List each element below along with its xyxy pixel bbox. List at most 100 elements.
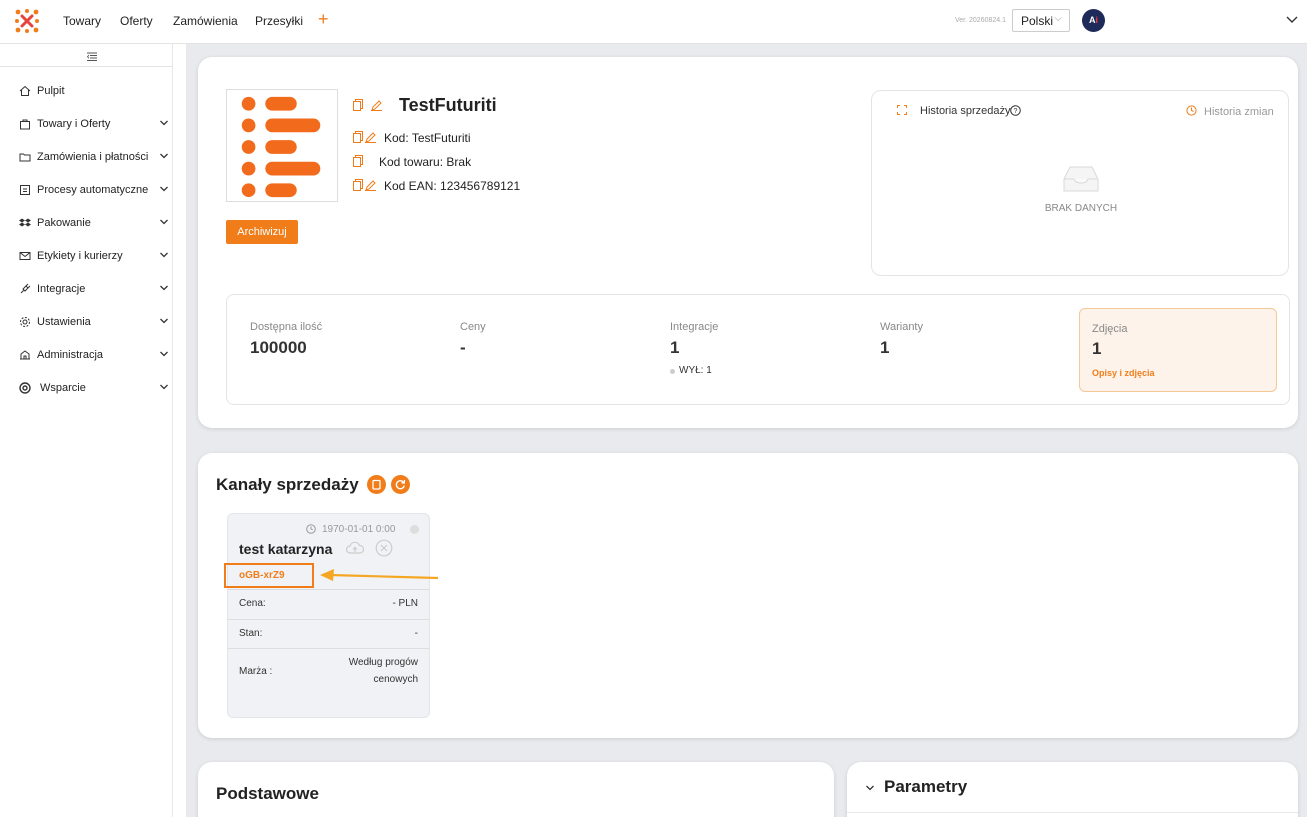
app-logo-icon[interactable] — [14, 8, 40, 34]
history-icon — [1186, 105, 1197, 116]
product-code-row: Kod: TestFuturiti — [384, 131, 471, 145]
available-label: Dostępna ilość — [250, 321, 323, 333]
sales-history-panel: Historia sprzedaży ? Historia zmian BRAK… — [871, 90, 1289, 276]
copy-icon[interactable] — [353, 99, 363, 111]
chevron-down-icon — [160, 120, 168, 126]
photos-value: 1 — [1092, 339, 1102, 358]
product-sku-value: Brak — [446, 155, 472, 169]
sidebar-item-etykiety[interactable]: Etykiety i kurierzy — [0, 247, 172, 267]
available-value: 100000 — [250, 338, 307, 357]
edit-icon[interactable] — [365, 132, 376, 143]
status-dot — [670, 369, 675, 374]
chevron-down-icon[interactable] — [1285, 13, 1299, 27]
archive-button[interactable]: Archiwizuj — [226, 220, 298, 244]
channel-card[interactable]: 1970-01-01 0:00 test katarzyna oGB-xrZ9 … — [224, 513, 430, 718]
refresh-icon — [395, 479, 406, 490]
variants-label: Warianty — [880, 321, 923, 333]
sidebar-item-label: Procesy automatyczne — [37, 184, 149, 196]
photos-link[interactable]: Opisy i zdjęcia — [1092, 368, 1155, 378]
language-select[interactable]: Polski ⌵ — [1012, 9, 1070, 32]
chevron-down-icon — [160, 219, 168, 225]
product-ean-row: Kod EAN: 123456789121 — [384, 179, 520, 193]
annotation-arrow-icon — [320, 569, 439, 581]
admin-icon — [20, 350, 30, 360]
product-ean-label: Kod EAN: — [384, 179, 437, 193]
sidebar-item-zamowienia[interactable]: Zamówienia i płatności — [0, 148, 172, 168]
product-code-value: TestFuturiti — [411, 131, 471, 145]
chevron-down-icon — [160, 384, 168, 390]
sidebar-item-integracje[interactable]: Integracje — [0, 280, 172, 300]
channel-name: test katarzyna — [239, 541, 333, 557]
copy-channels-button[interactable] — [367, 475, 386, 494]
help-icon[interactable]: ? — [1010, 105, 1021, 116]
nav-przesylki[interactable]: Przesyłki — [255, 14, 303, 28]
sidebar-item-pulpit[interactable]: Pulpit — [0, 82, 172, 102]
sidebar-item-administracja[interactable]: Administracja — [0, 346, 172, 366]
sidebar-item-procesy[interactable]: Procesy automatyczne — [0, 181, 172, 201]
top-bar: Towary Oferty Zamówienia Przesyłki + Ver… — [0, 0, 1307, 44]
sidebar-divider — [172, 44, 187, 817]
avatar-accent: i — [1095, 15, 1098, 25]
sidebar-item-label: Pulpit — [37, 85, 65, 97]
nav-zamowienia[interactable]: Zamówienia — [173, 14, 238, 28]
divider — [228, 648, 429, 649]
cloud-upload-icon[interactable] — [346, 541, 364, 555]
history-changes-link[interactable]: Historia zmian — [1204, 106, 1274, 118]
avatar[interactable]: Ai — [1082, 9, 1105, 32]
nav-oferty[interactable]: Oferty — [120, 14, 153, 28]
chevron-down-icon — [160, 252, 168, 258]
stock-value: - — [414, 628, 418, 639]
sidebar-item-towary-i-oferty[interactable]: Towary i Oferty — [0, 115, 172, 135]
close-icon[interactable] — [375, 539, 393, 557]
refresh-channels-button[interactable] — [391, 475, 410, 494]
product-sku-row: Kod towaru: Brak — [379, 155, 471, 169]
sales-history-title: Historia sprzedaży — [920, 105, 1011, 117]
copy-icon[interactable] — [353, 155, 363, 167]
empty-inbox-icon — [1063, 166, 1099, 192]
sidebar-item-label: Etykiety i kurierzy — [37, 250, 123, 262]
channel-date: 1970-01-01 0:00 — [322, 524, 396, 535]
parameters-card: Parametry — [847, 762, 1298, 817]
chevron-down-icon[interactable] — [865, 783, 875, 793]
process-icon — [20, 185, 30, 195]
divider — [228, 619, 429, 620]
product-image[interactable] — [226, 89, 338, 202]
edit-icon[interactable] — [365, 180, 376, 191]
clipboard-icon — [372, 479, 381, 490]
language-value: Polski — [1021, 14, 1054, 28]
add-tab-button[interactable]: + — [318, 9, 329, 30]
sidebar-item-ustawienia[interactable]: Ustawienia — [0, 313, 172, 333]
sidebar-item-label: Towary i Oferty — [37, 118, 111, 130]
sidebar-separator — [0, 66, 172, 67]
svg-text:?: ? — [1014, 108, 1018, 115]
price-value: - PLN — [392, 598, 418, 609]
copy-icon[interactable] — [353, 179, 363, 191]
photos-tile[interactable]: Zdjęcia 1 Opisy i zdjęcia — [1079, 308, 1277, 392]
integrations-value: 1 — [670, 338, 680, 357]
channel-offer-code[interactable]: oGB-xrZ9 — [239, 570, 285, 581]
basic-card: Podstawowe — [198, 762, 834, 817]
chevron-down-icon — [160, 351, 168, 357]
menu-collapse-icon[interactable] — [87, 52, 97, 61]
stats-panel: Dostępna ilość 100000 Ceny - Integracje … — [226, 294, 1290, 405]
mail-icon — [19, 252, 31, 260]
parameters-section-title[interactable]: Parametry — [884, 777, 967, 797]
chevron-down-icon — [160, 186, 168, 192]
divider — [847, 812, 1298, 813]
sidebar-item-label: Wsparcie — [40, 382, 86, 394]
sidebar-item-wsparcie[interactable]: Wsparcie — [0, 379, 172, 399]
photos-label: Zdjęcia — [1092, 323, 1128, 335]
gear-icon — [20, 317, 30, 327]
product-ean-value: 123456789121 — [440, 179, 521, 193]
nav-towary[interactable]: Towary — [63, 14, 101, 28]
expand-icon[interactable] — [897, 105, 907, 115]
sidebar-item-label: Zamówienia i płatności — [37, 151, 149, 163]
stock-label: Stan: — [239, 628, 263, 639]
copy-icon[interactable] — [353, 131, 363, 143]
sidebar-item-label: Integracje — [37, 283, 86, 295]
bag-icon — [20, 119, 30, 130]
edit-icon[interactable] — [371, 100, 382, 111]
product-code-label: Kod: — [384, 131, 409, 145]
sidebar-item-pakowanie[interactable]: Pakowanie — [0, 214, 172, 234]
product-sku-label: Kod towaru: — [379, 155, 444, 169]
